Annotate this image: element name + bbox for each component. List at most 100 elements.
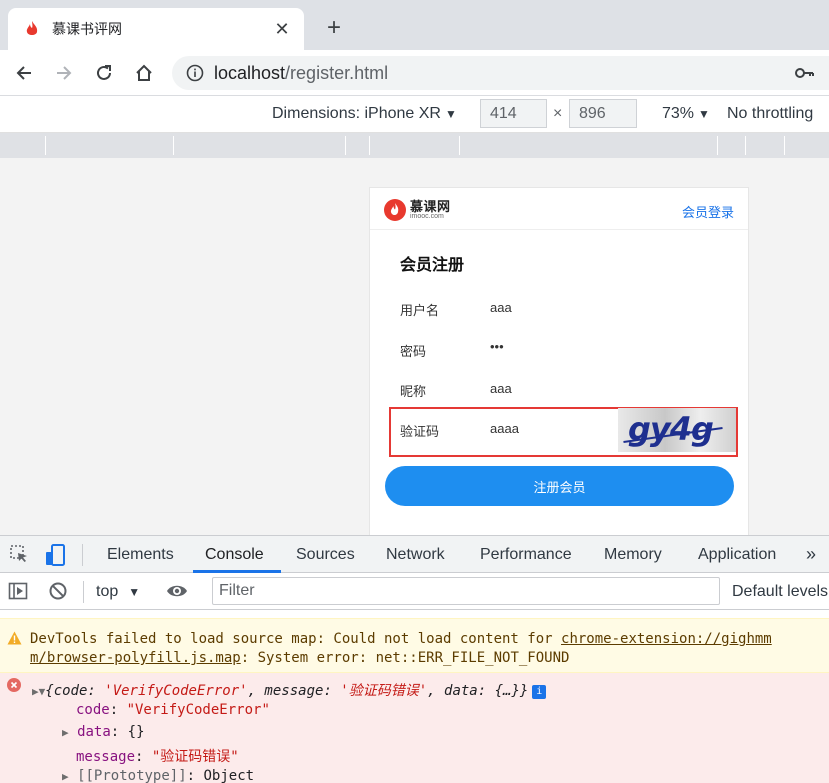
password-label: 密码: [400, 344, 427, 359]
back-arrow-icon[interactable]: [8, 57, 40, 89]
property-value: "VerifyCodeError": [126, 702, 270, 718]
flame-favicon-icon: [24, 21, 40, 37]
console-filter-input[interactable]: Filter: [212, 577, 720, 605]
tab-performance[interactable]: Performance: [480, 546, 572, 564]
throttling-dropdown[interactable]: No throttling: [727, 105, 813, 123]
clear-console-icon[interactable]: [48, 581, 68, 606]
tab-console[interactable]: Console: [205, 546, 264, 564]
captcha-image[interactable]: gy4g: [618, 408, 736, 452]
source-map-link[interactable]: m/browser-polyfill.js.map: [30, 650, 241, 666]
property-prototype[interactable]: ▶ [[Prototype]]: Object: [62, 768, 254, 783]
ruler-tick: [784, 136, 785, 155]
warning-error-text: : System error: net::ERR_FILE_NOT_FOUND: [240, 650, 570, 666]
toolbar-separator: [82, 544, 83, 566]
device-toggle-icon[interactable]: [44, 544, 68, 571]
tab-application[interactable]: Application: [698, 546, 776, 564]
context-selector[interactable]: top ▼: [96, 583, 140, 601]
tab-network[interactable]: Network: [386, 546, 445, 564]
logo-text: 慕课网 imooc.com: [410, 200, 451, 220]
info-icon[interactable]: [186, 64, 204, 82]
devtools-tab-bar: Elements Console Sources Network Perform…: [0, 535, 829, 573]
expand-triangle-icon[interactable]: ▶: [62, 726, 69, 739]
live-expression-eye-icon[interactable]: [166, 581, 188, 606]
summary-code-key: code: [53, 683, 88, 699]
property-key: [[Prototype]]: [77, 768, 187, 783]
home-icon[interactable]: [128, 57, 160, 89]
extension-source-link[interactable]: chrome-extension://gighmm: [561, 631, 772, 647]
console-toolbar: top ▼ Filter Default levels: [0, 573, 829, 610]
console-error-message: ▶▼{code: 'VerifyCodeError', message: '验证…: [0, 673, 829, 783]
tab-memory[interactable]: Memory: [604, 546, 662, 564]
expand-triangle-icon[interactable]: ▶▼: [32, 685, 45, 698]
property-value: Object: [203, 768, 255, 783]
nickname-field[interactable]: aaa: [490, 381, 512, 396]
forward-arrow-icon[interactable]: [48, 57, 80, 89]
new-tab-plus-icon[interactable]: +: [320, 14, 348, 42]
summary-data-value: {…}}: [494, 683, 529, 699]
property-value: "验证码错误": [151, 749, 239, 765]
key-icon[interactable]: [795, 64, 815, 85]
logo-name-cn: 慕课网: [410, 199, 451, 214]
ruler-tick: [717, 136, 718, 155]
dimensions-label: Dimensions: iPhone XR: [272, 105, 441, 122]
url-host: localhost: [214, 62, 286, 83]
logo-name-en: imooc.com: [410, 213, 444, 220]
ruler-tick: [459, 136, 460, 155]
property-message: message: "验证码错误": [76, 749, 239, 765]
captcha-image-text: gy4g: [628, 410, 714, 448]
warning-text: DevTools failed to load source map: Coul…: [30, 631, 562, 647]
summary-message-value: '验证码错误': [340, 683, 428, 699]
caret-down-icon: ▼: [698, 107, 710, 121]
ruler-tick: [345, 136, 346, 155]
caret-down-icon: ▼: [128, 585, 141, 599]
tab-sources[interactable]: Sources: [296, 546, 355, 564]
property-data[interactable]: ▶ data: {}: [62, 724, 145, 740]
register-submit-button[interactable]: 注册会员: [385, 466, 734, 506]
more-tabs-icon[interactable]: »: [806, 544, 816, 565]
inspect-element-icon[interactable]: [9, 544, 29, 569]
dimensions-dropdown[interactable]: Dimensions: iPhone XR ▼: [272, 105, 457, 123]
error-icon: [7, 678, 21, 692]
property-key: message: [76, 749, 136, 765]
console-output: DevTools failed to load source map: Coul…: [0, 610, 829, 783]
register-card: 慕课网 imooc.com 会员登录 会员注册 用户名 aaa 密码 ••• 昵…: [369, 187, 749, 535]
expand-triangle-icon[interactable]: ▶: [62, 770, 69, 783]
username-field[interactable]: aaa: [490, 300, 512, 315]
media-query-ruler: [0, 133, 829, 158]
toolbar-separator: [83, 581, 84, 603]
tab-title: 慕课书评网: [52, 21, 122, 37]
username-label: 用户名: [400, 303, 440, 318]
ruler-tick: [369, 136, 370, 155]
browser-tab[interactable]: 慕课书评网 ✕: [8, 8, 304, 50]
error-object-summary[interactable]: ▶▼{code: 'VerifyCodeError', message: '验证…: [32, 680, 547, 700]
info-badge-icon[interactable]: i: [532, 685, 547, 699]
site-logo[interactable]: 慕课网 imooc.com: [384, 199, 451, 221]
captcha-label: 验证码: [400, 424, 440, 439]
ruler-tick: [745, 136, 746, 155]
zoom-label: 73%: [662, 105, 695, 122]
property-value: {}: [127, 724, 145, 740]
captcha-field[interactable]: aaaa: [490, 421, 519, 436]
ruler-tick: [173, 136, 174, 155]
header-divider: [370, 229, 748, 230]
device-height-input[interactable]: 896: [569, 99, 637, 128]
summary-data-key: data: [444, 683, 478, 699]
member-login-link[interactable]: 会员登录: [682, 202, 734, 221]
zoom-dropdown[interactable]: 73% ▼: [662, 105, 710, 123]
browser-toolbar: localhost/register.html: [0, 50, 829, 96]
address-bar[interactable]: localhost/register.html: [172, 56, 829, 90]
property-key: code: [76, 702, 110, 718]
close-icon[interactable]: ✕: [272, 19, 292, 39]
reload-icon[interactable]: [88, 57, 120, 89]
tab-elements[interactable]: Elements: [107, 546, 174, 564]
log-levels-dropdown[interactable]: Default levels: [732, 583, 828, 601]
sidebar-toggle-icon[interactable]: [8, 581, 28, 606]
property-code: code: "VerifyCodeError": [76, 702, 270, 718]
password-field[interactable]: •••: [490, 339, 504, 354]
caret-down-icon: ▼: [444, 107, 457, 121]
ruler-tick: [45, 136, 46, 155]
summary-brace: {: [45, 683, 54, 699]
dimension-separator: ×: [553, 105, 563, 122]
device-width-input[interactable]: 414: [480, 99, 547, 128]
browser-tab-strip: 慕课书评网 ✕ +: [0, 0, 829, 50]
